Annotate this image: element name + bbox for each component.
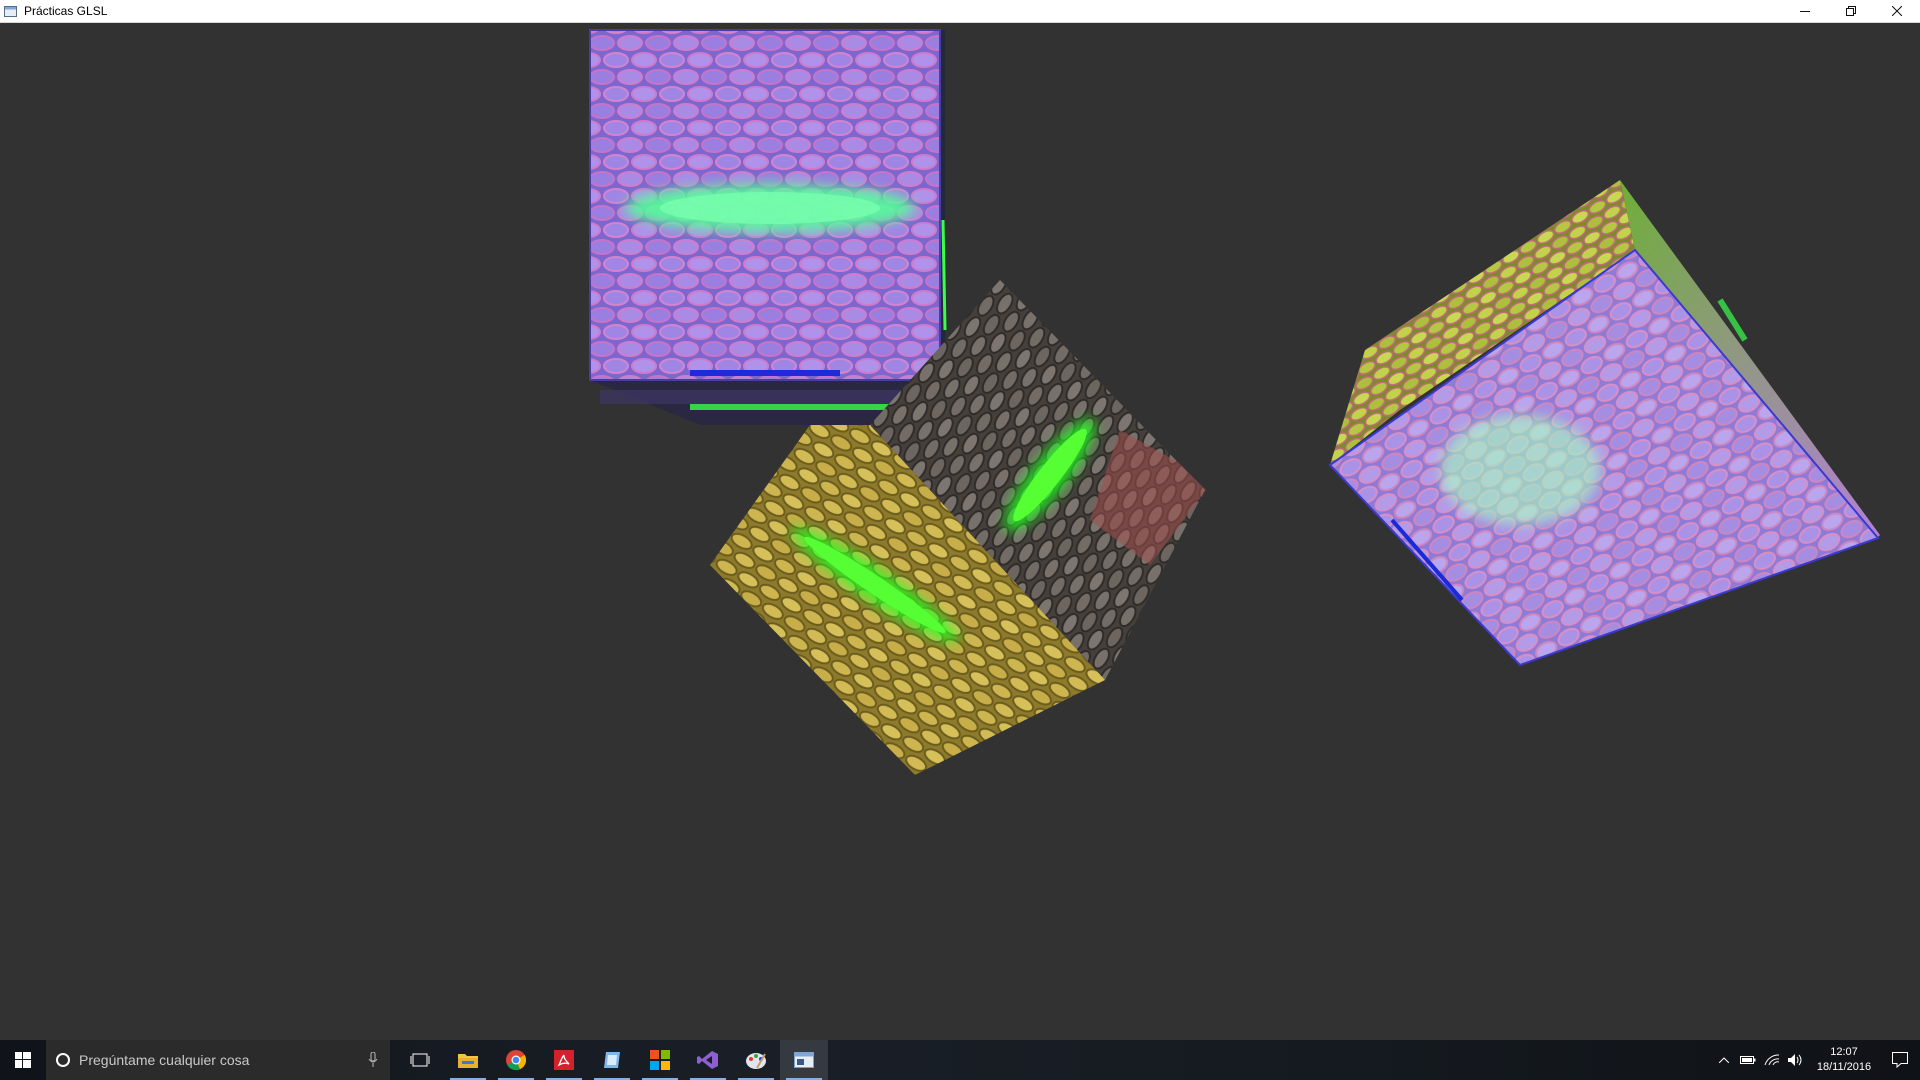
window-title: Prácticas GLSL — [24, 4, 108, 18]
app-blue-icon — [604, 1052, 620, 1068]
restore-button[interactable] — [1828, 0, 1874, 22]
wifi-icon — [1764, 1054, 1780, 1066]
taskbar-apps — [396, 1040, 828, 1080]
windows-logo-icon — [15, 1052, 31, 1068]
taskbar: Pregúntame cualquier cosa 12:07 18/11/20… — [0, 1040, 1920, 1080]
taskbar-file-explorer[interactable] — [444, 1040, 492, 1080]
taskbar-chrome[interactable] — [492, 1040, 540, 1080]
minimize-button[interactable] — [1782, 0, 1828, 22]
task-view-icon — [410, 1053, 430, 1067]
taskbar-clock[interactable]: 12:07 18/11/2016 — [1808, 1040, 1880, 1080]
system-tray: 12:07 18/11/2016 — [1712, 1040, 1920, 1080]
chevron-up-icon — [1719, 1057, 1729, 1063]
app-window-icon — [4, 5, 17, 17]
taskbar-visual-studio[interactable] — [684, 1040, 732, 1080]
tray-wifi[interactable] — [1760, 1040, 1784, 1080]
paint-icon — [746, 1053, 766, 1069]
action-center-button[interactable] — [1880, 1040, 1920, 1080]
close-button[interactable] — [1874, 0, 1920, 22]
cortana-icon — [56, 1053, 70, 1067]
volume-icon — [1788, 1054, 1802, 1066]
taskbar-app-grid[interactable] — [636, 1040, 684, 1080]
title-bar[interactable]: Prácticas GLSL — [0, 0, 1920, 23]
battery-icon — [1740, 1056, 1756, 1064]
glsl-window-icon — [794, 1052, 814, 1068]
window-controls — [1782, 0, 1920, 22]
file-explorer-icon — [458, 1054, 478, 1068]
microphone-icon[interactable] — [368, 1052, 378, 1068]
taskbar-acrobat[interactable] — [540, 1040, 588, 1080]
restore-icon — [1846, 6, 1856, 16]
tray-battery[interactable] — [1736, 1040, 1760, 1080]
scene-render — [589, 29, 1880, 775]
search-placeholder: Pregúntame cualquier cosa — [79, 1052, 250, 1068]
visual-studio-icon — [697, 1051, 718, 1069]
taskbar-paint[interactable] — [732, 1040, 780, 1080]
acrobat-icon — [554, 1050, 574, 1070]
taskbar-glsl-window[interactable] — [780, 1040, 828, 1080]
minimize-icon — [1800, 11, 1810, 12]
cube-top — [589, 29, 947, 425]
close-icon — [1892, 6, 1902, 16]
tray-overflow-button[interactable] — [1712, 1040, 1736, 1080]
task-view-button[interactable] — [396, 1040, 444, 1080]
tray-volume[interactable] — [1784, 1040, 1808, 1080]
start-button[interactable] — [0, 1040, 46, 1080]
clock-time: 12:07 — [1830, 1046, 1858, 1058]
app-grid-icon — [650, 1050, 670, 1070]
clock-date: 18/11/2016 — [1816, 1061, 1872, 1073]
taskbar-app-blue[interactable] — [588, 1040, 636, 1080]
gl-viewport[interactable] — [0, 23, 1920, 1040]
chrome-icon — [506, 1050, 527, 1071]
search-input[interactable]: Pregúntame cualquier cosa — [46, 1040, 390, 1080]
cube-right — [1328, 180, 1880, 667]
notification-icon — [1892, 1052, 1908, 1068]
